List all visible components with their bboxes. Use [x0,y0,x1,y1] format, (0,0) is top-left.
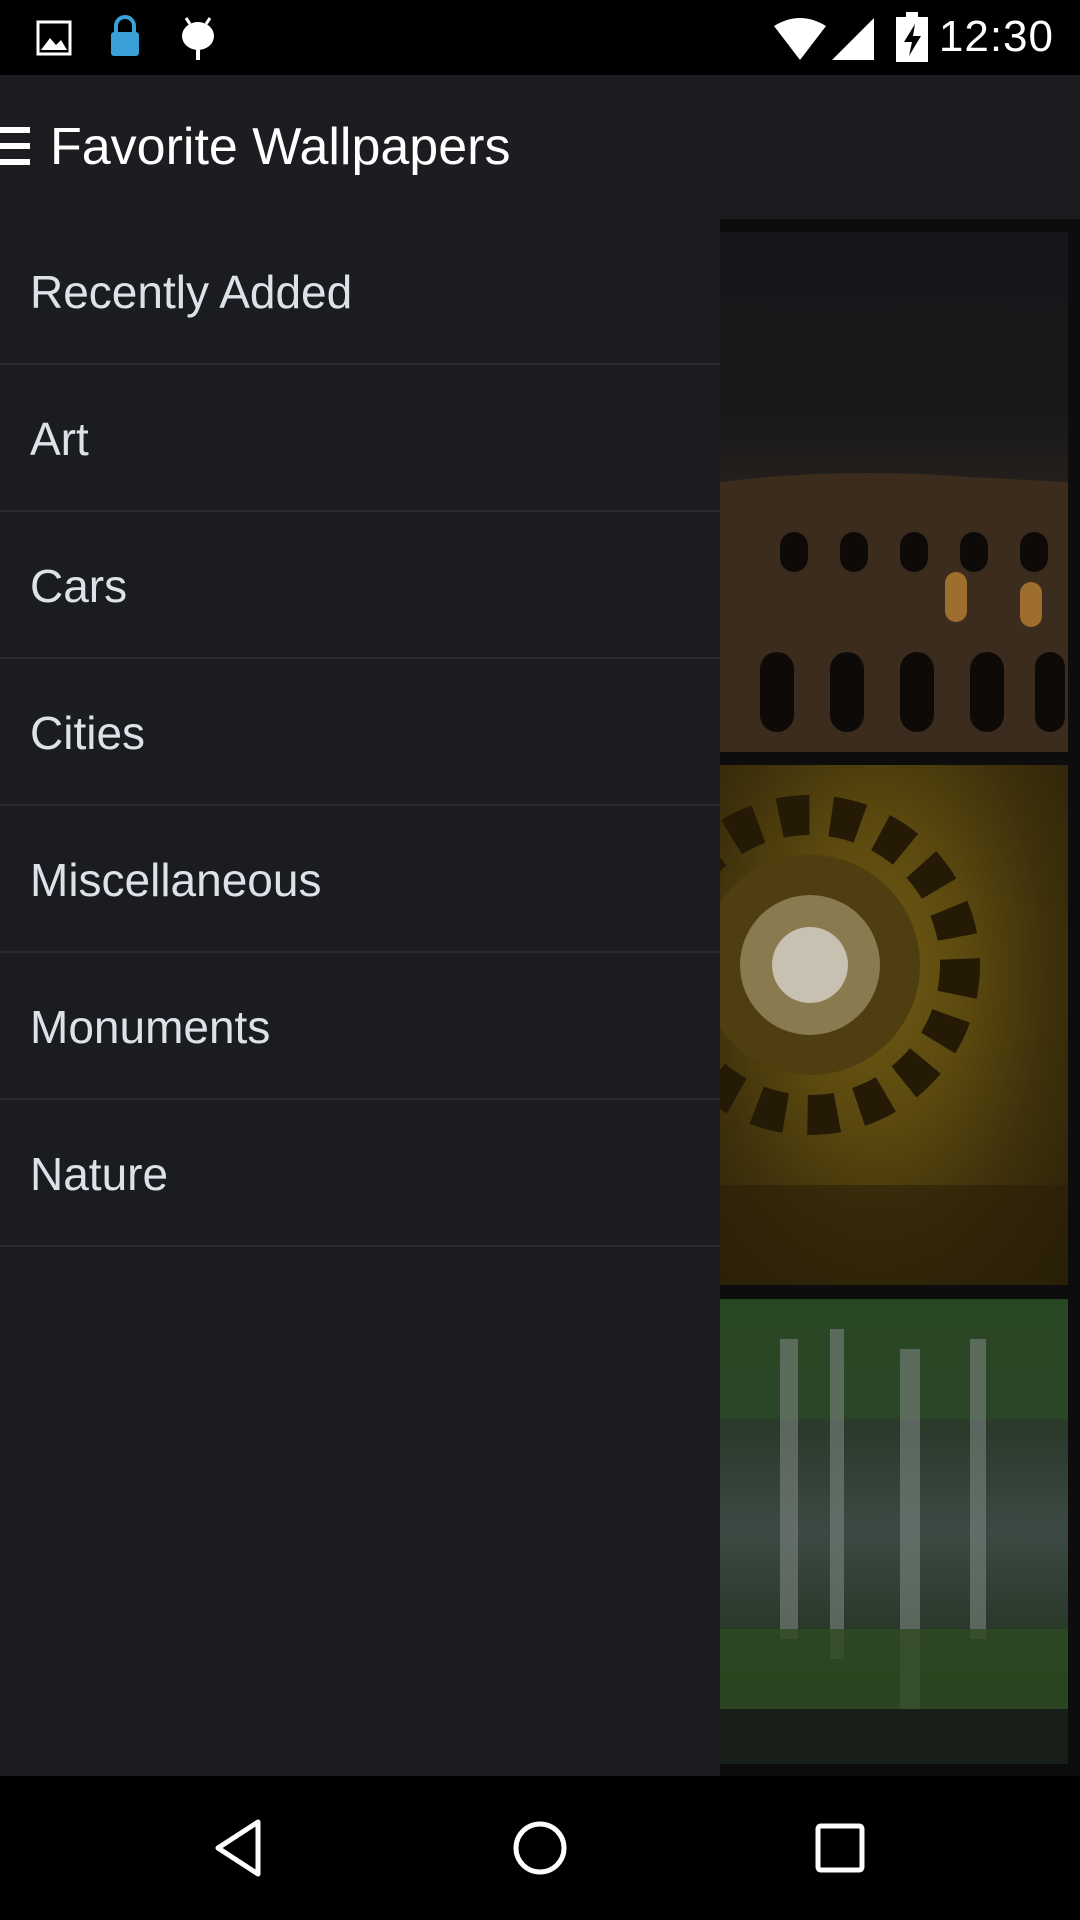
wallpaper-thumbnail[interactable] [720,232,1068,752]
colosseum-image [720,232,1068,752]
gear-image [720,795,1068,1285]
drawer-item-label: Cities [30,707,146,759]
drawer-item-miscellaneous[interactable]: Miscellaneous [0,807,720,953]
drawer-item-label: Monuments [30,1001,271,1053]
status-bar: 12:30 [0,0,1080,75]
system-nav-bar [0,1776,1080,1920]
back-icon[interactable] [208,1816,272,1880]
signal-icon [832,18,874,60]
navigation-drawer: Recently Added Art Cars Cities Miscellan… [0,219,720,1776]
drawer-item-monuments[interactable]: Monuments [0,954,720,1100]
status-time: 12:30 [938,12,1054,61]
page-title: Favorite Wallpapers [50,118,511,176]
android-icon [182,17,214,60]
drawer-item-label: Miscellaneous [30,854,322,906]
home-icon[interactable] [508,1816,572,1880]
image-icon [36,20,72,56]
lock-icon [111,15,139,56]
drawer-item-cities[interactable]: Cities [0,660,720,806]
hamburger-menu-icon[interactable] [0,127,32,167]
drawer-item-cars[interactable]: Cars [0,513,720,659]
drawer-item-recently-added[interactable]: Recently Added [0,219,720,365]
drawer-item-label: Nature [30,1148,169,1200]
drawer-item-nature[interactable]: Nature [0,1101,720,1247]
drawer-item-label: Recently Added [30,266,353,318]
drawer-item-label: Cars [30,560,128,612]
wallpaper-thumbnail[interactable] [720,1299,1068,1764]
waterfall-image [720,1299,1068,1764]
wifi-icon [774,18,826,60]
wallpaper-thumbnail[interactable] [720,765,1068,1285]
drawer-item-label: Art [30,413,89,465]
battery-charging-icon [896,12,928,62]
app-bar: Favorite Wallpapers [0,75,1080,219]
recents-icon[interactable] [808,1816,872,1880]
drawer-item-art[interactable]: Art [0,366,720,512]
